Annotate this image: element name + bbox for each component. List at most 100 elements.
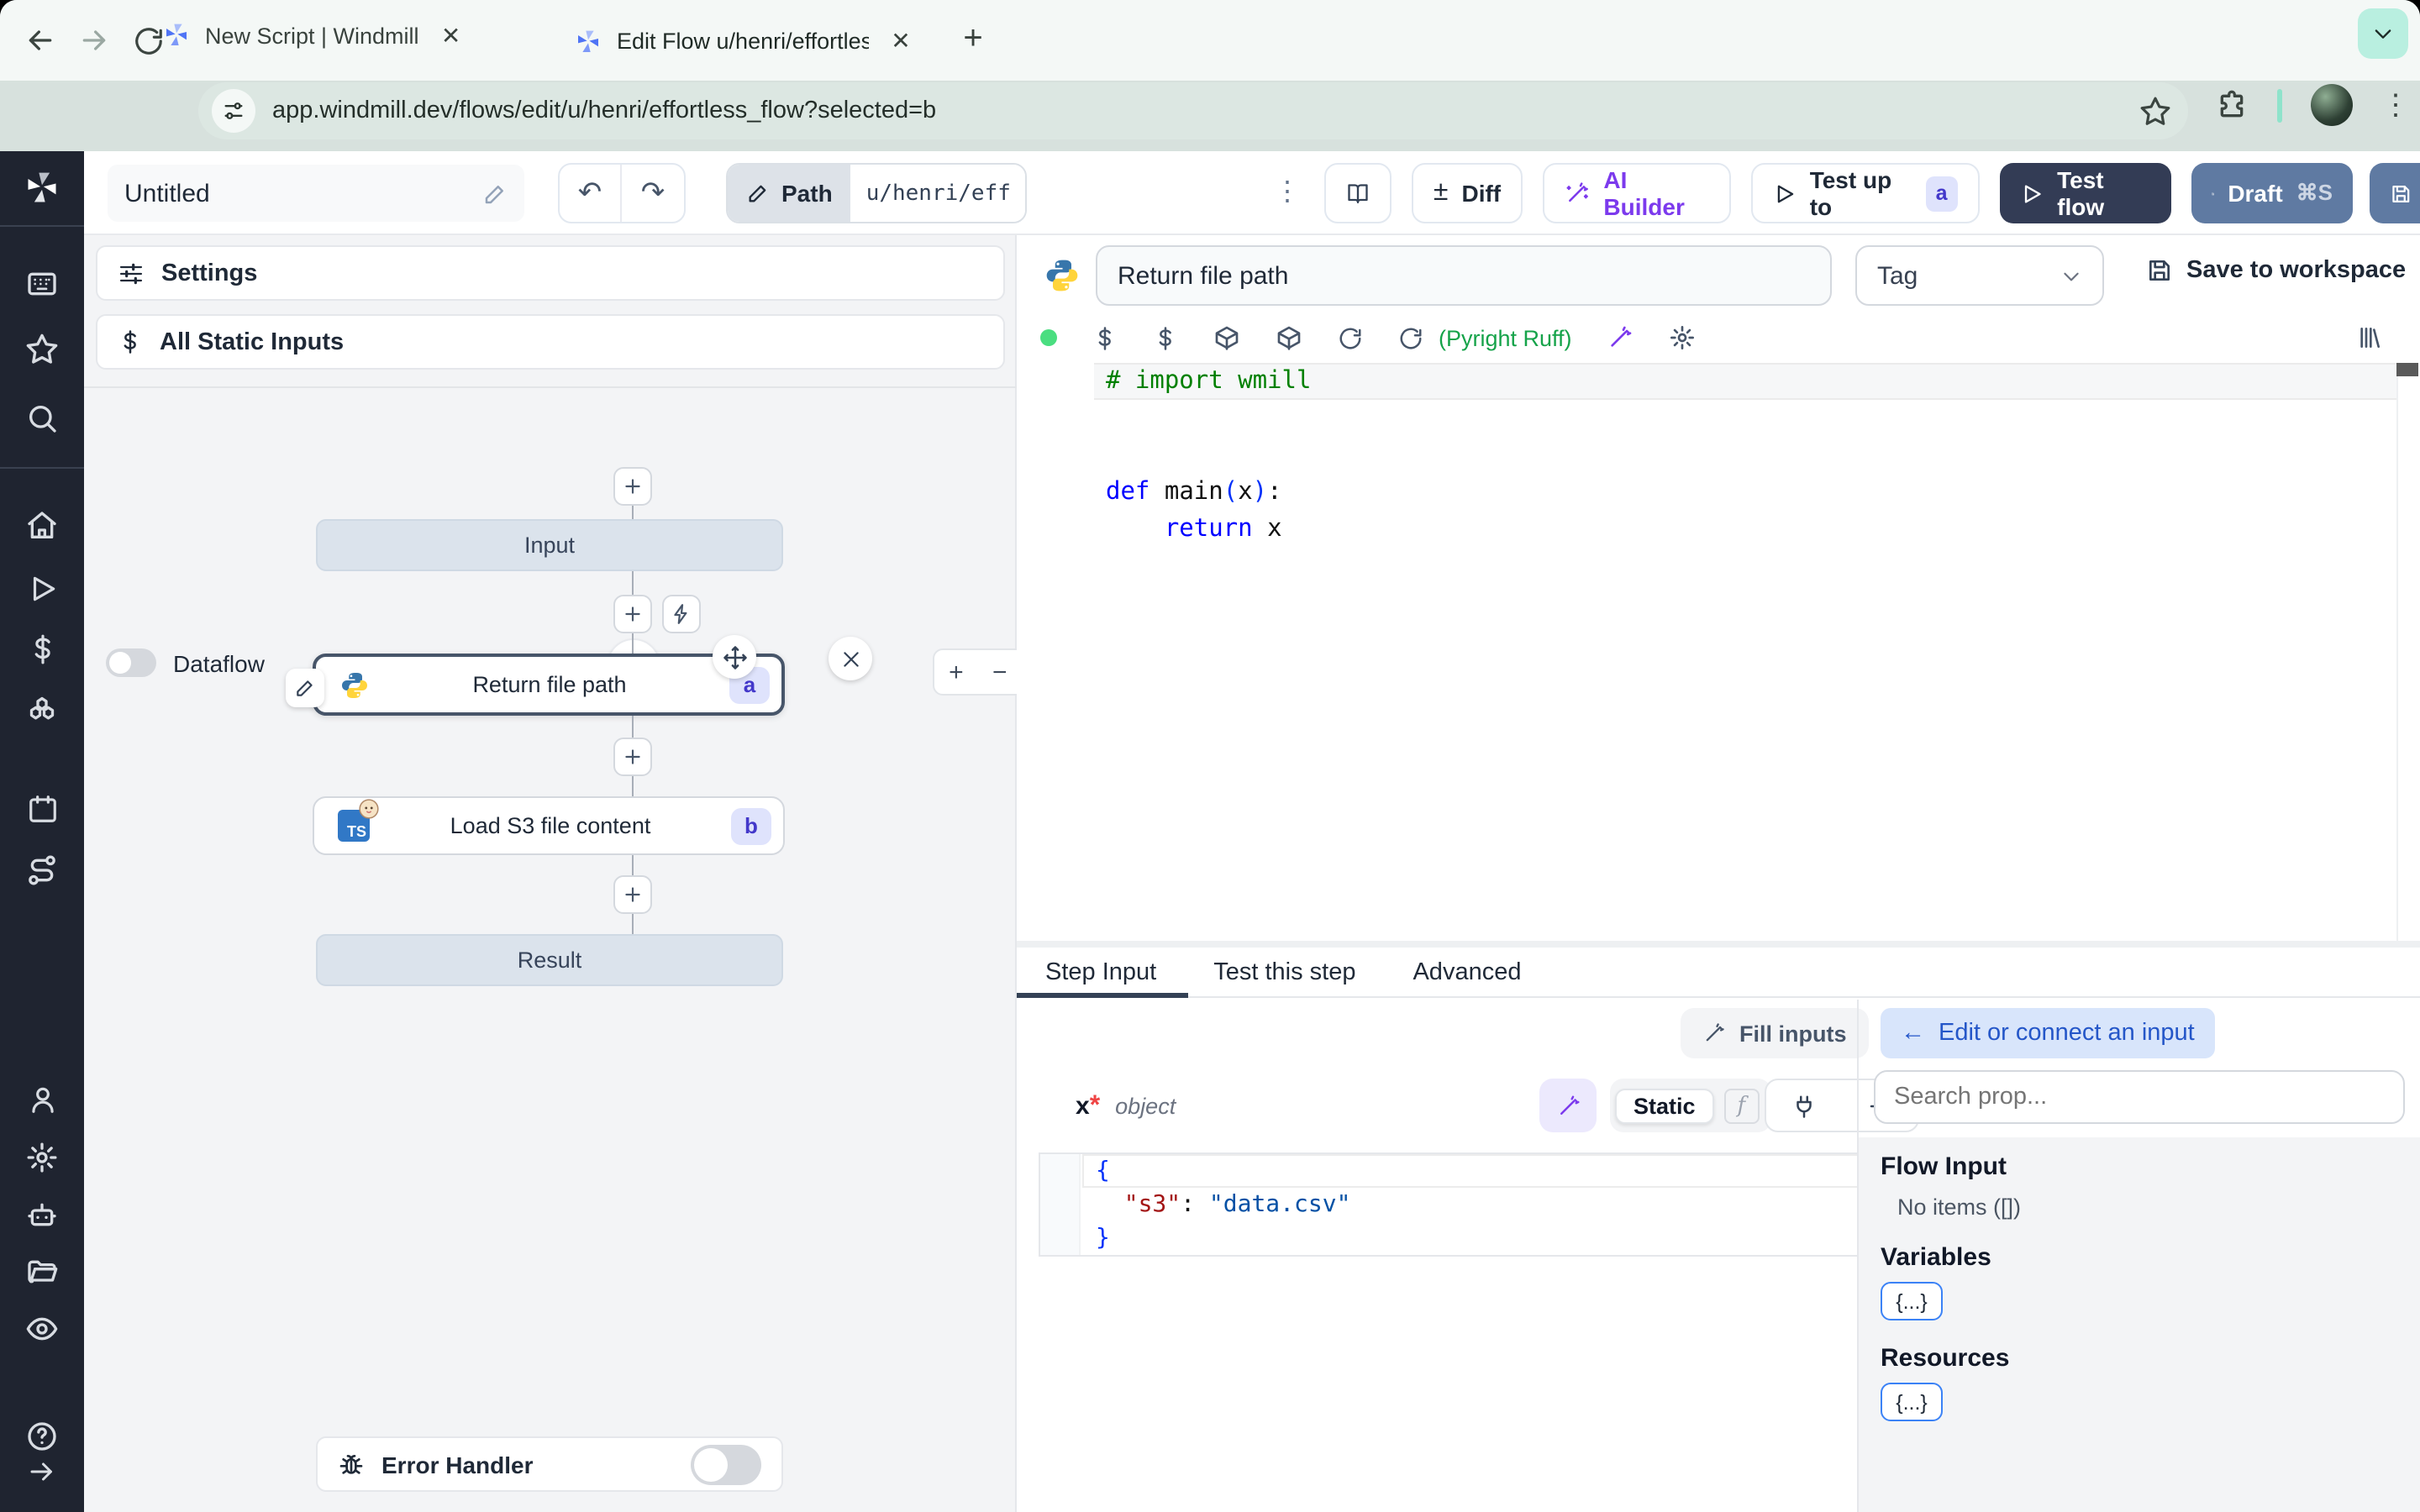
folders-icon[interactable] xyxy=(22,1252,62,1292)
tag-select[interactable]: Tag xyxy=(1855,245,2104,306)
magic-wand-icon[interactable] xyxy=(1607,324,1634,351)
tab-close-icon[interactable]: ✕ xyxy=(884,24,918,58)
schedules-calendar-icon[interactable] xyxy=(22,788,62,828)
variables-chip[interactable]: {...} xyxy=(1881,1282,1943,1320)
undo-button[interactable]: ↶ xyxy=(560,165,622,222)
flow-result-node[interactable]: Result xyxy=(316,934,783,986)
edit-step-pencil-icon[interactable] xyxy=(286,669,324,707)
all-static-inputs-row[interactable]: All Static Inputs xyxy=(96,314,1005,370)
script-editor-panel: Tag Save to workspace (Pyright Ruff) # i… xyxy=(1017,235,2420,941)
diff-button[interactable]: ± Diff xyxy=(1412,163,1523,223)
site-settings-icon[interactable] xyxy=(212,89,255,133)
add-step-button[interactable] xyxy=(613,738,652,776)
windmill-logo[interactable] xyxy=(22,168,62,208)
collapse-arrow-icon[interactable] xyxy=(22,1452,62,1492)
resources-chip[interactable]: {...} xyxy=(1881,1383,1943,1421)
back-button[interactable] xyxy=(13,13,67,67)
browser-tab-new-script[interactable]: New Script | Windmill ✕ xyxy=(143,0,538,71)
flow-name-field[interactable]: Untitled xyxy=(108,165,524,222)
path-chip[interactable]: Path u/henri/eff xyxy=(726,163,1028,223)
settings-label: Settings xyxy=(161,260,258,286)
fill-inputs-button[interactable]: Fill inputs xyxy=(1681,1008,1869,1058)
save-to-workspace-button[interactable]: Save to workspace xyxy=(2146,257,2406,284)
step-node-load-s3[interactable]: TS Load S3 file content b xyxy=(313,796,785,855)
add-step-button[interactable] xyxy=(613,595,652,633)
zoom-in-button[interactable]: + xyxy=(949,658,964,686)
help-icon[interactable] xyxy=(22,1416,62,1457)
variables-icon[interactable] xyxy=(22,628,62,669)
tab-close-icon[interactable]: ✕ xyxy=(434,18,468,52)
redo-button[interactable]: ↷ xyxy=(622,165,684,222)
static-mode-button[interactable]: Static xyxy=(1615,1088,1714,1123)
bookmark-star-icon[interactable] xyxy=(2139,95,2171,127)
step-node-return-file-path[interactable]: Return file path a xyxy=(286,635,872,716)
tab-advanced[interactable]: Advanced xyxy=(1413,958,1521,985)
edit-or-connect-button[interactable]: ← Edit or connect an input xyxy=(1881,1008,2215,1058)
package-icon[interactable] xyxy=(1276,324,1302,351)
arg-type: object xyxy=(1115,1094,1176,1119)
favorites-star-icon[interactable] xyxy=(22,329,62,370)
ai-builder-button[interactable]: AI Builder xyxy=(1543,163,1731,223)
tab-search-button[interactable] xyxy=(2358,8,2408,59)
reload-icon[interactable] xyxy=(1338,325,1363,350)
browser-menu-icon[interactable]: ⋮ xyxy=(2381,88,2410,122)
dollar-icon[interactable] xyxy=(1153,325,1178,350)
draft-shortcut: ⌘S xyxy=(2296,180,2333,205)
add-step-button[interactable] xyxy=(613,875,652,914)
settings-row[interactable]: Settings xyxy=(96,245,1005,301)
zoom-out-button[interactable]: − xyxy=(992,658,1007,686)
more-options-icon[interactable]: ⋮ xyxy=(1274,175,1301,208)
address-bar[interactable]: app.windmill.dev/flows/edit/u/henri/effo… xyxy=(198,82,2188,139)
extensions-icon[interactable] xyxy=(2215,88,2249,122)
draft-label: Draft xyxy=(2228,180,2283,207)
audit-eye-icon[interactable] xyxy=(22,1309,62,1349)
all-static-inputs-label: All Static Inputs xyxy=(160,328,345,355)
editor-settings-gear-icon[interactable] xyxy=(1670,324,1697,351)
forward-button[interactable] xyxy=(67,13,121,67)
arg-ai-wand-button[interactable] xyxy=(1539,1079,1597,1132)
home-icon[interactable] xyxy=(22,506,62,546)
delete-step-button[interactable] xyxy=(829,637,872,680)
runs-icon[interactable] xyxy=(22,568,62,608)
package-icon[interactable] xyxy=(1213,324,1240,351)
move-step-handle[interactable] xyxy=(713,635,756,679)
routes-icon[interactable] xyxy=(22,850,62,890)
settings-gear-icon[interactable] xyxy=(22,1137,62,1178)
plus-minus-icon: ± xyxy=(1433,178,1449,207)
dataflow-toggle[interactable] xyxy=(106,648,156,677)
library-icon[interactable] xyxy=(2356,324,2383,351)
edit-pencil-icon[interactable] xyxy=(482,181,508,206)
tab-test-this-step[interactable]: Test this step xyxy=(1213,958,1355,985)
code-assistants-label[interactable]: (Pyright Ruff) xyxy=(1439,325,1572,350)
test-up-to-button[interactable]: Test up to a xyxy=(1751,163,1980,223)
tab-step-input[interactable]: Step Input xyxy=(1045,958,1156,985)
apps-icon[interactable] xyxy=(22,264,62,304)
draft-button[interactable]: Draft ⌘S xyxy=(2191,163,2353,223)
docs-book-button[interactable] xyxy=(1324,163,1392,223)
editor-scrollbar[interactable] xyxy=(2396,363,2420,941)
new-tab-button[interactable]: + xyxy=(951,17,995,60)
dollar-icon[interactable] xyxy=(1092,325,1118,350)
reload-icon[interactable] xyxy=(1398,325,1423,350)
user-icon[interactable] xyxy=(22,1079,62,1119)
profile-avatar[interactable] xyxy=(2311,84,2353,126)
test-flow-button[interactable]: Test flow xyxy=(2000,163,2171,223)
workers-robot-icon[interactable] xyxy=(22,1194,62,1235)
ts-label: TS xyxy=(346,823,366,840)
code-editor[interactable]: # import wmill def main(x): return x xyxy=(1017,363,2420,941)
book-icon xyxy=(1348,183,1368,203)
error-handler-toggle[interactable] xyxy=(691,1444,761,1484)
step-name-input[interactable] xyxy=(1096,245,1832,306)
search-icon[interactable] xyxy=(22,398,62,438)
deploy-button[interactable]: Deploy xyxy=(2370,163,2420,223)
search-prop-input[interactable] xyxy=(1874,1070,2405,1124)
plug-icon[interactable] xyxy=(1791,1093,1817,1118)
browser-tab-edit-flow[interactable]: Edit Flow u/henri/effortless_fl ✕ xyxy=(555,12,938,71)
error-handler-row[interactable]: Error Handler xyxy=(316,1436,783,1492)
json-input-editor[interactable]: { "s3": "data.csv"} xyxy=(1039,1152,1909,1257)
javascript-mode-button[interactable]: f xyxy=(1723,1088,1760,1123)
flow-input-node[interactable]: Input xyxy=(316,519,783,571)
add-step-top-button[interactable] xyxy=(613,467,652,506)
resources-cubes-icon[interactable] xyxy=(22,689,62,729)
add-trigger-zap-button[interactable] xyxy=(662,595,701,633)
